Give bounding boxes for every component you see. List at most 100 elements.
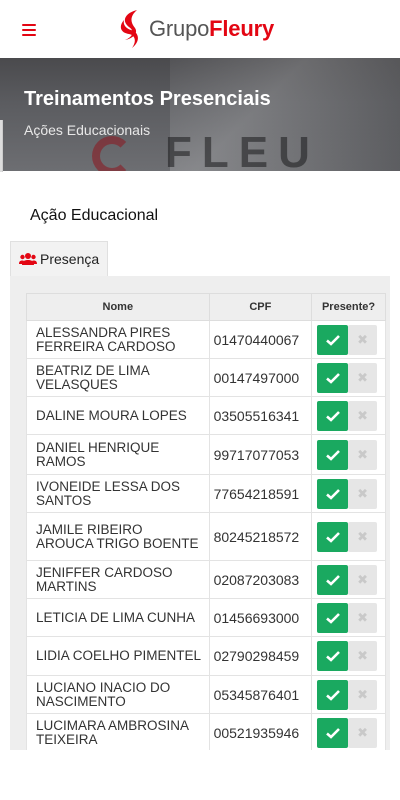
check-icon: [325, 689, 340, 701]
mark-absent-button[interactable]: ✖: [348, 602, 378, 633]
cell-presente: ✖: [311, 358, 386, 397]
cell-nome: IVONEIDE LESSA DOS SANTOS: [26, 474, 210, 513]
check-icon: [325, 488, 340, 500]
mark-present-button[interactable]: [317, 521, 349, 552]
times-icon: ✖: [357, 369, 369, 385]
check-icon: [325, 449, 340, 461]
cell-cpf: 00521935946: [208, 713, 313, 750]
fleury-swoosh-icon: [120, 10, 138, 48]
cell-nome: LIDIA COELHO PIMENTEL: [26, 636, 210, 676]
cell-presente: ✖: [311, 474, 386, 513]
column-header-nome[interactable]: Nome: [26, 293, 210, 321]
mark-present-button[interactable]: [317, 564, 349, 595]
table-row: DALINE MOURA LOPES 03505516341 ✖: [26, 396, 386, 435]
table-row: BEATRIZ DE LIMA VELASQUES 00147497000 ✖: [26, 358, 386, 397]
times-icon: ✖: [357, 485, 369, 501]
top-bar: GrupoFleury: [0, 0, 400, 58]
cell-nome: LUCIANO INACIO DO NASCIMENTO: [26, 675, 210, 714]
breadcrumb[interactable]: Ações Educacionais: [24, 122, 150, 138]
times-icon: ✖: [357, 331, 369, 347]
check-icon: [325, 574, 340, 586]
cell-cpf: 05345876401: [208, 675, 313, 714]
mark-absent-button[interactable]: ✖: [348, 521, 378, 552]
mark-absent-button[interactable]: ✖: [348, 641, 378, 671]
cell-nome: LUCIMARA AMBROSINA TEIXEIRA: [26, 713, 210, 750]
table-row: IVONEIDE LESSA DOS SANTOS 77654218591 ✖: [26, 474, 386, 513]
cell-cpf: 77654218591: [208, 474, 313, 513]
times-icon: ✖: [357, 724, 369, 740]
table-header-row: Nome CPF Presente?: [26, 293, 386, 321]
hamburger-menu-icon[interactable]: [22, 24, 36, 36]
mark-absent-button[interactable]: ✖: [348, 564, 378, 595]
mark-present-button[interactable]: [317, 478, 349, 509]
banner-swoosh-shape: [92, 136, 132, 171]
cell-nome: ALESSANDRA PIRES FERREIRA CARDOSO: [26, 320, 210, 359]
cell-nome: DALINE MOURA LOPES: [26, 396, 210, 435]
mark-absent-button[interactable]: ✖: [348, 362, 378, 393]
table-row: DANIEL HENRIQUE RAMOS 99717077053 ✖: [26, 434, 386, 475]
times-icon: ✖: [357, 446, 369, 462]
side-drawer-handle[interactable]: [0, 120, 3, 172]
hero-banner: FLEU Treinamentos Presenciais Ações Educ…: [0, 58, 400, 171]
building-sign-text: FLEU: [165, 128, 320, 171]
cell-cpf: 01456693000: [208, 598, 313, 637]
page-title: Treinamentos Presenciais: [24, 88, 271, 110]
table-row: JAMILE RIBEIRO AROUCA TRIGO BOENTE 802452…: [26, 512, 386, 561]
mark-present-button[interactable]: [317, 439, 349, 470]
mark-present-button[interactable]: [317, 602, 349, 633]
attendance-table: Nome CPF Presente? ALESSANDRA PIRES FERR…: [26, 293, 386, 750]
cell-cpf: 00147497000: [208, 358, 313, 397]
cell-cpf: 02087203083: [208, 560, 313, 599]
cell-presente: ✖: [311, 396, 386, 435]
times-icon: ✖: [357, 686, 369, 702]
mark-present-button[interactable]: [317, 400, 349, 431]
cell-cpf: 03505516341: [208, 396, 313, 435]
cell-presente: ✖: [311, 512, 386, 561]
mark-absent-button[interactable]: ✖: [348, 478, 378, 509]
table-row: LETICIA DE LIMA CUNHA 01456693000 ✖: [26, 598, 386, 637]
mark-absent-button[interactable]: ✖: [348, 400, 378, 431]
table-row: ALESSANDRA PIRES FERREIRA CARDOSO 0147044…: [26, 320, 386, 359]
tab-label: Presença: [40, 251, 100, 267]
check-icon: [325, 727, 340, 739]
tab-presenca[interactable]: Presença: [10, 241, 109, 276]
column-header-cpf[interactable]: CPF: [208, 293, 313, 321]
cell-presente: ✖: [311, 320, 386, 359]
check-icon: [325, 531, 340, 543]
times-icon: ✖: [357, 609, 369, 625]
table-row: JENIFFER CARDOSO MARTINS 02087203083 ✖: [26, 560, 386, 599]
users-icon: [19, 253, 37, 265]
cell-cpf: 02790298459: [208, 636, 313, 676]
mark-present-button[interactable]: [317, 717, 349, 748]
times-icon: ✖: [357, 648, 369, 663]
cell-presente: ✖: [311, 636, 386, 676]
cell-cpf: 80245218572: [208, 512, 313, 561]
grupo-fleury-logo[interactable]: GrupoFleury: [115, 6, 274, 52]
mark-present-button[interactable]: [317, 324, 349, 355]
check-icon: [325, 410, 340, 422]
mark-present-button[interactable]: [317, 641, 349, 671]
mark-absent-button[interactable]: ✖: [348, 439, 378, 470]
mark-present-button[interactable]: [317, 362, 349, 393]
mark-absent-button[interactable]: ✖: [348, 324, 378, 355]
cell-presente: ✖: [311, 434, 386, 475]
cell-presente: ✖: [311, 675, 386, 714]
cell-presente: ✖: [311, 713, 386, 750]
check-icon: [325, 372, 340, 384]
column-header-presente[interactable]: Presente?: [311, 293, 386, 321]
times-icon: ✖: [357, 571, 369, 587]
check-icon: [325, 612, 340, 624]
table-row: LUCIANO INACIO DO NASCIMENTO 05345876401 ✖: [26, 675, 386, 714]
cell-nome: JENIFFER CARDOSO MARTINS: [26, 560, 210, 599]
section-title: Ação Educacional: [30, 207, 159, 224]
check-icon: [325, 334, 340, 346]
presence-panel: Nome CPF Presente? ALESSANDRA PIRES FERR…: [10, 276, 390, 750]
mark-absent-button[interactable]: ✖: [348, 717, 378, 748]
cell-cpf: 01470440067: [208, 320, 313, 359]
mark-absent-button[interactable]: ✖: [348, 679, 378, 710]
mark-present-button[interactable]: [317, 679, 349, 710]
cell-nome: LETICIA DE LIMA CUNHA: [26, 598, 210, 637]
cell-nome: BEATRIZ DE LIMA VELASQUES: [26, 358, 210, 397]
cell-cpf: 99717077053: [208, 434, 313, 475]
cell-nome: DANIEL HENRIQUE RAMOS: [26, 434, 210, 475]
